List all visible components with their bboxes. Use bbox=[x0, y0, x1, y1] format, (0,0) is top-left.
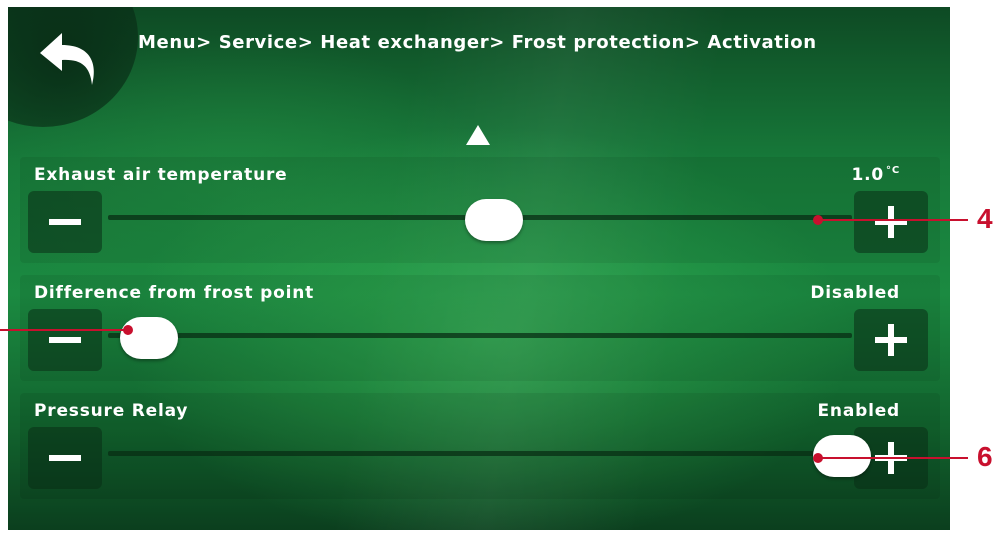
device-screen: Menu> Service> Heat exchanger> Frost pro… bbox=[8, 7, 950, 530]
slider-knob[interactable] bbox=[120, 317, 178, 359]
setting-value: Disabled bbox=[810, 283, 900, 303]
callout-number: 4 bbox=[977, 203, 993, 234]
breadcrumb: Menu> Service> Heat exchanger> Frost pro… bbox=[138, 32, 817, 53]
minus-icon bbox=[49, 219, 81, 225]
callout-line bbox=[0, 329, 128, 331]
slider-track[interactable] bbox=[108, 451, 852, 456]
decrease-button[interactable] bbox=[28, 427, 102, 489]
setting-row-difference-from-frost-point: Difference from frost point Disabled bbox=[20, 275, 940, 381]
setting-value: Enabled bbox=[817, 401, 900, 421]
increase-button[interactable] bbox=[854, 309, 928, 371]
setting-row-exhaust-air-temperature: Exhaust air temperature 1.0 °C bbox=[20, 157, 940, 263]
setting-label: Exhaust air temperature bbox=[34, 165, 288, 185]
plus-icon bbox=[875, 324, 907, 356]
setting-value: 1.0 °C bbox=[851, 165, 900, 185]
triangle-up-icon bbox=[466, 125, 490, 145]
plus-icon bbox=[875, 206, 907, 238]
increase-button[interactable] bbox=[854, 191, 928, 253]
back-arrow-icon bbox=[40, 33, 94, 85]
callout-dot bbox=[123, 325, 133, 335]
setting-label: Pressure Relay bbox=[34, 401, 189, 421]
scroll-up-button[interactable] bbox=[464, 123, 492, 147]
callout-line bbox=[818, 219, 968, 221]
minus-icon bbox=[49, 455, 81, 461]
decrease-button[interactable] bbox=[28, 309, 102, 371]
setting-row-pressure-relay: Pressure Relay Enabled bbox=[20, 393, 940, 499]
decrease-button[interactable] bbox=[28, 191, 102, 253]
minus-icon bbox=[49, 337, 81, 343]
callout-line bbox=[818, 457, 968, 459]
setting-label: Difference from frost point bbox=[34, 283, 315, 303]
callout-number: 6 bbox=[977, 441, 993, 472]
back-button[interactable] bbox=[32, 23, 110, 95]
slider-track[interactable] bbox=[108, 333, 852, 338]
slider-knob[interactable] bbox=[465, 199, 523, 241]
